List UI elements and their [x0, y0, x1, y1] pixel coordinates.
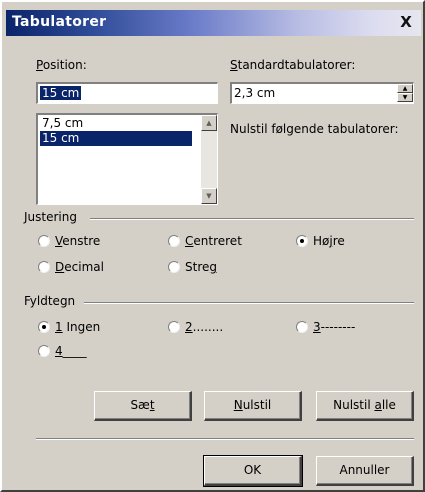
radio-right[interactable]: Højre — [296, 234, 345, 248]
scroll-up-icon[interactable]: ▲ — [201, 115, 217, 131]
close-icon[interactable]: X — [395, 12, 417, 33]
radio-leader-4[interactable]: 4____ — [38, 344, 87, 358]
list-item[interactable]: 7,5 cm — [40, 116, 83, 131]
cancel-button[interactable]: Annuller — [316, 456, 414, 486]
footer-divider — [36, 438, 414, 440]
radio-leader-3[interactable]: 3-------- — [296, 320, 355, 334]
position-input[interactable]: 15 cm — [36, 82, 218, 104]
set-button[interactable]: Sæt — [94, 391, 192, 421]
position-label: Position: — [36, 58, 87, 72]
radio-leader-3-circle — [296, 321, 308, 333]
radio-leader-2-circle — [168, 321, 180, 333]
radio-leader-2[interactable]: 2........ — [168, 320, 223, 334]
clear-button[interactable]: Nulstil — [204, 391, 302, 421]
radio-decimal[interactable]: Decimal — [38, 260, 104, 274]
radio-center[interactable]: Centreret — [168, 234, 242, 248]
standard-spinner[interactable]: ▲ ▼ — [397, 84, 413, 102]
standard-input-value: 2,3 cm — [234, 86, 276, 100]
leader-divider — [84, 302, 414, 304]
list-item-selected[interactable]: 15 cm — [40, 131, 192, 146]
spin-down-icon[interactable]: ▼ — [397, 93, 413, 102]
standard-input[interactable]: 2,3 cm ▲ ▼ — [230, 82, 414, 104]
scroll-down-icon[interactable]: ▼ — [201, 188, 217, 204]
clear-all-button[interactable]: Nulstil alle — [316, 391, 414, 421]
radio-leader-1-circle — [38, 321, 50, 333]
radio-decimal-circle — [38, 261, 50, 273]
radio-leader-1[interactable]: 1 Ingen — [38, 320, 100, 334]
radio-bar[interactable]: Streg — [168, 260, 217, 274]
tabs-dialog: Tabulatorer X Position: 15 cm 7,5 cm 15 … — [0, 0, 425, 492]
leader-group-title: Fyldtegn — [24, 294, 76, 308]
position-list[interactable]: 7,5 cm 15 cm ▲ ▼ — [36, 113, 218, 205]
radio-left[interactable]: Venstre — [38, 234, 100, 248]
ok-button[interactable]: OK — [203, 455, 303, 487]
spin-up-icon[interactable]: ▲ — [397, 84, 413, 93]
alignment-divider — [90, 218, 414, 220]
list-scrollbar[interactable]: ▲ ▼ — [201, 115, 217, 204]
alignment-group-title: Justering — [24, 210, 77, 224]
radio-right-circle — [296, 235, 308, 247]
dialog-title: Tabulatorer — [12, 14, 107, 30]
title-bar[interactable]: Tabulatorer X — [6, 10, 421, 36]
reset-following-label: Nulstil følgende tabulatorer: — [230, 122, 399, 136]
radio-leader-4-circle — [38, 345, 50, 357]
standard-label: Standardtabulatorer: — [230, 58, 356, 72]
radio-bar-circle — [168, 261, 180, 273]
radio-center-circle — [168, 235, 180, 247]
position-input-value: 15 cm — [40, 86, 82, 100]
radio-left-circle — [38, 235, 50, 247]
